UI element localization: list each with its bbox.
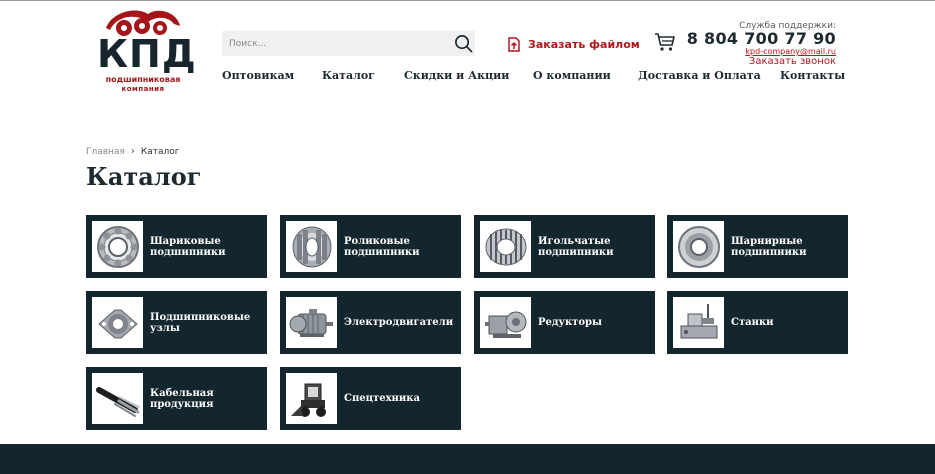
company-logo[interactable]: КПД подшипниковая компания: [97, 8, 197, 96]
breadcrumb: Главная › Каталог: [86, 146, 180, 157]
nav-contacts[interactable]: Контакты: [780, 69, 845, 82]
catalog-card-electric-motors[interactable]: Электродвигатели: [280, 291, 461, 354]
electric-motor-image: [286, 297, 337, 348]
catalog-card-label: Электродвигатели: [344, 317, 454, 328]
catalog-card-spherical-bearings[interactable]: Шарнирные подшипники: [667, 215, 848, 278]
top-border: [0, 0, 935, 1]
breadcrumb-home[interactable]: Главная: [86, 147, 125, 157]
catalog-card-roller-bearings[interactable]: Роликовые подшипники: [280, 215, 461, 278]
catalog-card-special-machinery[interactable]: Спецтехника: [280, 367, 461, 430]
file-upload-icon: [508, 36, 520, 52]
logo-sub-text-1: подшипниковая: [105, 75, 181, 84]
search-input[interactable]: [222, 31, 447, 56]
bearing-unit-image: [92, 297, 143, 348]
catalog-card-cables[interactable]: Кабельная продукция: [86, 367, 267, 430]
order-by-file-label: Заказать файлом: [528, 37, 640, 51]
skid-steer-image: [286, 373, 337, 424]
machine-tool-image: [673, 297, 724, 348]
catalog-card-gearboxes[interactable]: Редукторы: [474, 291, 655, 354]
cart-icon[interactable]: [654, 32, 676, 52]
chevron-right-icon: ›: [130, 146, 135, 157]
catalog-card-label: Кабельная продукция: [150, 387, 214, 410]
search-bar: [222, 31, 475, 56]
nav-delivery[interactable]: Доставка и Оплата: [638, 69, 761, 82]
ball-bearing-image: [92, 221, 143, 272]
spherical-bearing-image: [673, 221, 724, 272]
cable-image: [92, 373, 143, 424]
catalog-card-needle-bearings[interactable]: Игольчатые подшипники: [474, 215, 655, 278]
catalog-card-label: Игольчатые подшипники: [538, 235, 614, 258]
catalog-card-bearing-units[interactable]: Подшипниковые узлы: [86, 291, 267, 354]
request-callback-link[interactable]: Заказать звонок: [749, 56, 836, 67]
search-icon[interactable]: [454, 34, 473, 53]
roller-bearing-image: [286, 221, 337, 272]
catalog-card-label: Шарнирные подшипники: [731, 235, 807, 258]
order-by-file-button[interactable]: Заказать файлом: [507, 36, 640, 52]
nav-catalog[interactable]: Каталог: [322, 69, 375, 82]
needle-bearing-image: [480, 221, 531, 272]
catalog-card-label: Спецтехника: [344, 393, 420, 404]
breadcrumb-current: Каталог: [140, 146, 180, 157]
catalog-card-label: Шариковые подшипники: [150, 235, 226, 258]
support-phone[interactable]: 8 804 700 77 90: [687, 29, 836, 48]
logo-sub-text-2: компания: [121, 85, 165, 93]
catalog-card-machine-tools[interactable]: Станки: [667, 291, 848, 354]
footer: [0, 444, 935, 474]
catalog-card-label: Редукторы: [538, 317, 603, 328]
nav-discounts[interactable]: Скидки и Акции: [404, 69, 509, 82]
nav-about[interactable]: О компании: [533, 69, 611, 82]
nav-wholesale[interactable]: Оптовикам: [222, 69, 294, 82]
page-title: Каталог: [86, 162, 202, 191]
catalog-card-label: Станки: [731, 317, 774, 328]
catalog-card-label: Роликовые подшипники: [344, 235, 420, 258]
logo-main-text: КПД: [97, 32, 197, 76]
support-email[interactable]: kpd-company@mail.ru: [745, 47, 836, 56]
gearbox-image: [480, 297, 531, 348]
catalog-card-ball-bearings[interactable]: Шариковые подшипники: [86, 215, 267, 278]
catalog-card-label: Подшипниковые узлы: [150, 311, 251, 334]
